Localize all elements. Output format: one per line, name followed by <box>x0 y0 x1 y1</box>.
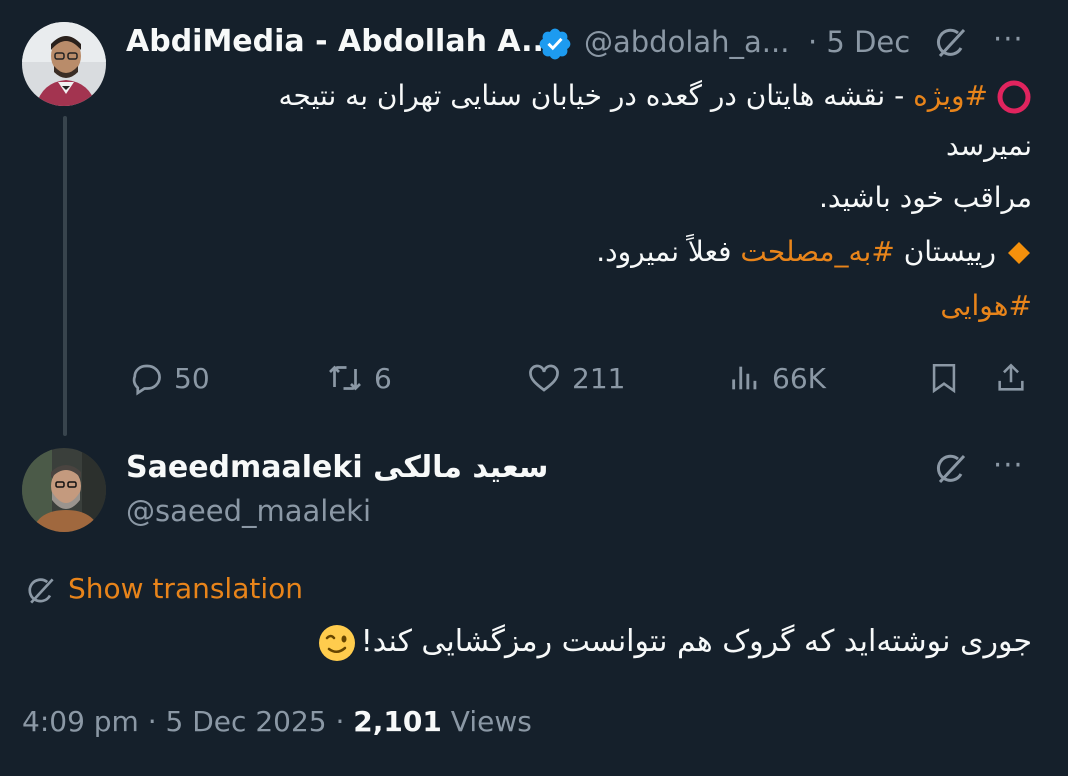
repost-icon <box>326 360 364 396</box>
avatar-abdimedia[interactable] <box>22 22 106 106</box>
reply-text: جوری نوشته‌اید که گروک هم نتوانست رمزگشا… <box>132 612 1032 672</box>
author-handle[interactable]: @abdolah_a... <box>584 25 789 59</box>
reply-count: 50 <box>174 361 210 395</box>
red-circle-icon <box>996 79 1032 115</box>
like-button[interactable]: 211 <box>526 360 625 396</box>
tweet-date[interactable]: · 5 Dec <box>808 25 910 59</box>
repost-count: 6 <box>374 361 392 395</box>
reply-icon <box>128 360 164 396</box>
hashtag-vizheh[interactable]: #ویژه <box>913 79 988 112</box>
views-label: Views <box>441 705 532 738</box>
verified-badge-icon <box>537 26 573 62</box>
winking-face-icon <box>317 623 357 663</box>
more-icon[interactable]: ··· <box>993 22 1024 56</box>
avatar-saeedmaaleki[interactable] <box>22 448 106 532</box>
author-name[interactable]: AbdiMedia - Abdollah A... <box>126 24 555 59</box>
line4-pre: رییستان <box>894 235 996 268</box>
author-name-2[interactable]: Saeedmaaleki سعید مالکی <box>126 450 548 485</box>
tweet-text-line-3: مراقب خود باشید. <box>819 181 1032 214</box>
views-count: 66K <box>772 361 826 395</box>
tweet-text-line-4: رییستان #به_مصلحت فعلاً نمیرود. <box>132 226 1032 278</box>
tweet-text-line-2: نمیرسد <box>945 129 1032 162</box>
reply-text-body: جوری نوشته‌اید که گروک هم نتوانست رمزگشا… <box>360 624 1032 659</box>
tweet-text-line-1: #ویژه - نقشه هایتان در گعده در خیابان سن… <box>132 70 1032 122</box>
bookmark-icon[interactable] <box>927 360 961 396</box>
translate-icon <box>24 574 58 608</box>
line1-text: - نقشه هایتان در گعده در خیابان سنایی ته… <box>278 79 914 112</box>
tweet-meta: 4:09 pm · 5 Dec 2025 · 2,101 Views <box>22 705 532 738</box>
share-icon[interactable] <box>994 360 1028 396</box>
author-handle-2[interactable]: @saeed_maaleki <box>126 494 371 528</box>
grok-icon-2[interactable] <box>932 450 970 488</box>
hashtag-havaei[interactable]: #هوایی <box>940 289 1032 322</box>
more-icon-2[interactable]: ··· <box>993 448 1024 482</box>
orange-diamond-icon <box>1006 240 1032 266</box>
line4-post: فعلاً نمیرود. <box>596 235 741 268</box>
like-count: 211 <box>572 361 626 395</box>
tweet-text-line-5: #هوایی <box>132 280 1032 332</box>
reply-button[interactable]: 50 <box>128 360 210 396</box>
analytics-icon <box>728 360 762 396</box>
hashtag-be-maslahat[interactable]: #به_مصلحت <box>740 235 894 268</box>
thread-line <box>63 116 67 436</box>
views-button[interactable]: 66K <box>728 360 826 396</box>
tweet-timestamp[interactable]: 4:09 pm · 5 Dec 2025 · <box>22 705 353 738</box>
grok-icon[interactable] <box>932 24 970 62</box>
views-number: 2,101 <box>353 705 442 738</box>
show-translation-link[interactable]: Show translation <box>68 572 303 605</box>
heart-icon <box>526 360 562 396</box>
repost-button[interactable]: 6 <box>326 360 392 396</box>
